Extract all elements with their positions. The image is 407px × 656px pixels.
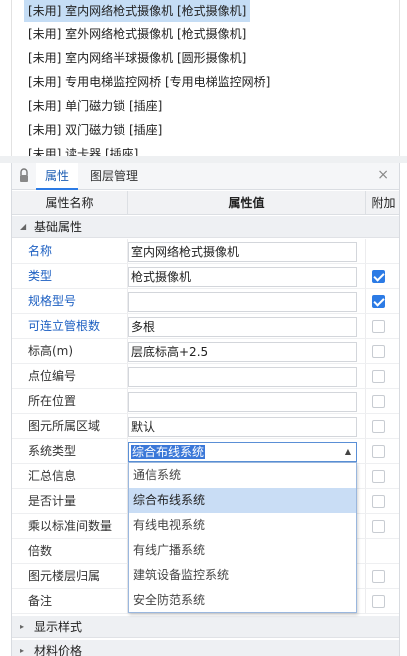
- column-divider: [365, 589, 366, 613]
- property-name: 可连立管根数: [28, 319, 101, 333]
- list-item[interactable]: [未用] 读卡器 [插座]: [24, 143, 142, 156]
- column-divider: [365, 414, 366, 438]
- expand-arrow-icon[interactable]: ▸: [20, 616, 24, 638]
- tab-layer-management[interactable]: 图层管理: [90, 163, 150, 190]
- property-name: 点位编号: [28, 369, 77, 383]
- list-item[interactable]: [未用] 专用电梯监控网桥 [专用电梯监控网桥]: [24, 71, 274, 93]
- property-row: 系统类型 综合布线系统 ▲: [12, 439, 399, 464]
- column-name-header: 属性名称: [45, 196, 94, 210]
- panel-tabbar: 属性 图层管理 ×: [12, 163, 399, 190]
- property-row: 标高(m) 层底标高+2.5: [12, 339, 399, 364]
- property-value-field[interactable]: [128, 367, 357, 387]
- group-basic-properties[interactable]: ◢ 基础属性: [12, 216, 399, 238]
- property-row: 点位编号: [12, 364, 399, 389]
- property-value-field[interactable]: 默认: [128, 417, 357, 437]
- property-name: 图元所属区域: [28, 419, 101, 433]
- column-divider: [365, 314, 366, 338]
- extra-checkbox[interactable]: [372, 445, 385, 458]
- column-divider: [365, 289, 366, 313]
- dropdown-option[interactable]: 有线广播系统: [129, 538, 356, 563]
- group-display-style[interactable]: ▸ 显示样式: [12, 616, 399, 638]
- expand-arrow-icon[interactable]: ▸: [20, 640, 24, 656]
- property-value-field[interactable]: 室内网络枪式摄像机: [128, 242, 357, 262]
- property-value-field[interactable]: 枪式摄像机: [128, 267, 357, 287]
- property-value-field[interactable]: 层底标高+2.5: [128, 342, 357, 362]
- property-name: 所在位置: [28, 394, 77, 408]
- column-divider: [365, 364, 366, 388]
- column-divider: [365, 514, 366, 538]
- column-divider: [365, 439, 366, 463]
- dropdown-option[interactable]: 有线电视系统: [129, 513, 356, 538]
- property-name: 标高(m): [28, 344, 74, 358]
- group-label: 材料价格: [34, 644, 83, 656]
- list-item[interactable]: [未用] 室外网络枪式摄像机 [枪式摄像机]: [24, 23, 250, 45]
- property-name: 图元楼层归属: [28, 569, 101, 583]
- extra-checkbox[interactable]: [372, 520, 385, 533]
- panel-splitter[interactable]: [0, 156, 407, 163]
- list-item[interactable]: [未用] 双门磁力锁 [插座]: [24, 119, 166, 141]
- property-name: 是否计量: [28, 494, 77, 508]
- column-divider: [365, 489, 366, 513]
- lock-icon[interactable]: [19, 167, 29, 185]
- list-item[interactable]: [未用] 单门磁力锁 [插座]: [24, 95, 166, 117]
- property-row: 所在位置: [12, 389, 399, 414]
- device-list: [未用] 室内网络枪式摄像机 [枪式摄像机] [未用] 室外网络枪式摄像机 [枪…: [11, 0, 400, 156]
- dropdown-option[interactable]: 通信系统: [129, 463, 356, 488]
- property-value-field[interactable]: 多根: [128, 317, 357, 337]
- column-divider: [365, 389, 366, 413]
- property-value-field[interactable]: [128, 392, 357, 412]
- dropdown-option[interactable]: 综合布线系统: [129, 488, 356, 513]
- extra-checkbox[interactable]: [372, 495, 385, 508]
- property-value-field[interactable]: [128, 292, 357, 312]
- property-name: 乘以标准间数量: [28, 519, 113, 533]
- dropdown-option[interactable]: 建筑设备监控系统: [129, 563, 356, 588]
- system-type-dropdown-list: 通信系统 综合布线系统 有线电视系统 有线广播系统 建筑设备监控系统 安全防范系…: [128, 462, 357, 613]
- close-icon[interactable]: ×: [377, 167, 389, 183]
- dropdown-option[interactable]: 安全防范系统: [129, 588, 356, 613]
- column-divider: [365, 539, 366, 563]
- extra-checkbox[interactable]: [372, 320, 385, 333]
- property-name: 系统类型: [28, 444, 77, 458]
- column-extra-header: 附加: [365, 191, 399, 215]
- group-label: 基础属性: [34, 220, 83, 234]
- extra-checkbox[interactable]: [372, 595, 385, 608]
- property-row: 名称 室内网络枪式摄像机: [12, 239, 399, 264]
- column-divider: [365, 564, 366, 588]
- property-row: 图元所属区域 默认: [12, 414, 399, 439]
- system-type-select[interactable]: 综合布线系统 ▲: [128, 442, 357, 462]
- group-material-price[interactable]: ▸ 材料价格: [12, 640, 399, 656]
- column-divider: [365, 464, 366, 488]
- extra-checkbox[interactable]: [372, 270, 385, 283]
- column-divider: [365, 339, 366, 363]
- list-item[interactable]: [未用] 室内网络半球摄像机 [圆形摄像机]: [24, 47, 250, 69]
- column-divider: [365, 264, 366, 288]
- extra-checkbox[interactable]: [372, 295, 385, 308]
- property-name: 备注: [28, 594, 53, 608]
- property-name: 汇总信息: [28, 469, 77, 483]
- extra-checkbox[interactable]: [372, 370, 385, 383]
- property-row: 规格型号: [12, 289, 399, 314]
- extra-checkbox[interactable]: [372, 395, 385, 408]
- column-value-header: 属性值: [127, 191, 365, 215]
- property-name: 类型: [28, 269, 53, 283]
- property-name: 规格型号: [28, 294, 77, 308]
- group-label: 显示样式: [34, 620, 83, 634]
- caret-up-icon[interactable]: ▲: [345, 443, 351, 461]
- extra-checkbox[interactable]: [372, 420, 385, 433]
- property-row: 可连立管根数 多根: [12, 314, 399, 339]
- extra-checkbox[interactable]: [372, 470, 385, 483]
- column-divider: [365, 239, 366, 263]
- properties-panel: 属性 图层管理 × 属性名称 属性值 附加 ◢ 基础属性 名称 室内网络枪式摄像机…: [11, 163, 400, 656]
- extra-checkbox[interactable]: [372, 570, 385, 583]
- extra-checkbox[interactable]: [372, 345, 385, 358]
- property-name: 名称: [28, 244, 53, 258]
- list-item[interactable]: [未用] 室内网络枪式摄像机 [枪式摄像机]: [24, 0, 251, 22]
- tab-properties[interactable]: 属性: [36, 163, 78, 190]
- property-row: 类型 枪式摄像机: [12, 264, 399, 289]
- selected-value: 综合布线系统: [131, 445, 206, 459]
- collapse-arrow-icon[interactable]: ◢: [20, 216, 26, 238]
- column-header: 属性名称 属性值 附加: [12, 191, 399, 215]
- property-name: 倍数: [28, 544, 53, 558]
